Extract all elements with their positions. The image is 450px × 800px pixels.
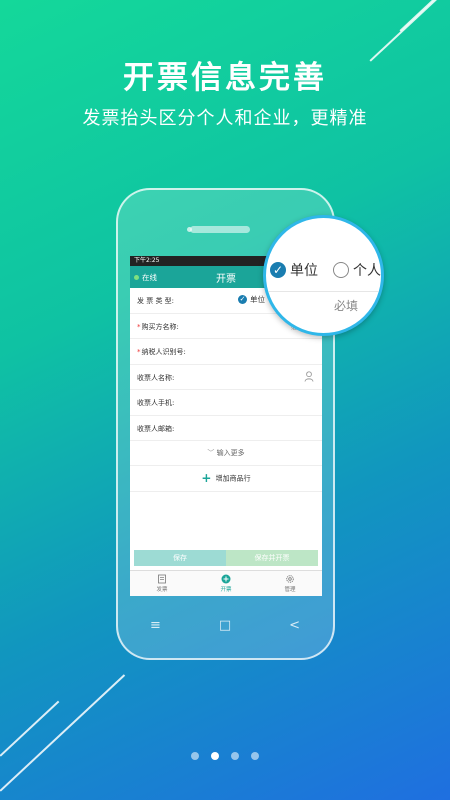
recipient-name-label: 收票人名称:	[137, 373, 175, 382]
add-goods-button[interactable]: + 增加商品行	[130, 466, 322, 492]
recipient-email-label: 收票人邮箱:	[137, 424, 175, 433]
magnifier-unit-label: 单位	[290, 263, 318, 279]
required-marker: *	[137, 322, 141, 331]
back-key-icon[interactable]: <	[289, 618, 300, 633]
phone-camera	[187, 227, 192, 232]
tab-issue-label: 开票	[220, 587, 232, 593]
bottom-tab-bar: 发票 开票 管理	[130, 570, 322, 596]
page-indicator	[0, 752, 450, 760]
status-time: 下午2:25	[134, 257, 160, 264]
add-goods-label: 增加商品行	[215, 474, 251, 483]
invoice-type-value: 单位	[250, 295, 265, 304]
check-icon: ✓	[270, 262, 286, 278]
page-dot[interactable]	[231, 752, 239, 760]
phone-nav-keys: ≡ □ <	[150, 618, 300, 633]
action-bar: 保存 保存并开票	[134, 550, 318, 566]
add-circle-icon	[221, 574, 231, 584]
buyer-name-label: 购买方名称:	[141, 322, 179, 331]
magnifier-required-hint: 必填	[334, 299, 359, 313]
tab-invoice-label: 发票	[156, 587, 168, 593]
page-dot-active[interactable]	[211, 752, 219, 760]
required-marker: *	[137, 348, 141, 356]
recipient-email-field[interactable]: 收票人邮箱:	[130, 416, 322, 441]
recipient-phone-field[interactable]: 收票人手机:	[130, 390, 322, 416]
page-title: 开票信息完善	[123, 60, 327, 96]
magnifier-option-unit: ✓ 单位	[270, 260, 318, 280]
magnifier-option-personal: 个人	[333, 260, 381, 280]
recipient-phone-label: 收票人手机:	[137, 399, 175, 407]
tab-issue[interactable]: 开票	[194, 571, 258, 596]
tax-id-field[interactable]: *纳税人识别号:	[130, 339, 322, 365]
menu-key-icon[interactable]: ≡	[150, 618, 161, 633]
tab-manage[interactable]: 管理	[258, 571, 322, 596]
home-key-icon[interactable]: □	[219, 618, 231, 633]
magnifier-callout: ✓ 单位 个人 必填	[263, 215, 384, 336]
plus-icon: +	[201, 471, 212, 485]
tax-id-label: 纳税人识别号:	[141, 348, 186, 356]
contact-person-icon[interactable]	[304, 370, 314, 382]
radio-empty-icon	[333, 262, 349, 278]
recipient-name-field[interactable]: 收票人名称:	[130, 365, 322, 390]
gear-icon	[286, 575, 294, 583]
divider	[266, 291, 381, 292]
invoice-type-label: 发 票 类 型:	[137, 297, 175, 305]
phone-speaker	[190, 226, 250, 233]
magnifier-personal-label: 个人	[353, 263, 381, 279]
invoice-icon	[158, 574, 166, 584]
page-subtitle: 发票抬头区分个人和企业，更精准	[82, 108, 368, 129]
more-toggle[interactable]: ﹀ 输入更多	[130, 441, 322, 466]
save-button[interactable]: 保存	[134, 550, 226, 566]
tab-manage-label: 管理	[284, 587, 296, 593]
page-dot[interactable]	[251, 752, 259, 760]
more-label: 输入更多	[216, 449, 245, 457]
chevron-down-icon: ﹀	[207, 449, 215, 457]
page-dot[interactable]	[191, 752, 199, 760]
check-icon: ✓	[238, 295, 247, 304]
tab-invoice[interactable]: 发票	[130, 571, 194, 596]
save-and-issue-button[interactable]: 保存并开票	[226, 550, 318, 566]
invoice-type-radio-unit[interactable]: ✓ 单位	[238, 294, 265, 305]
